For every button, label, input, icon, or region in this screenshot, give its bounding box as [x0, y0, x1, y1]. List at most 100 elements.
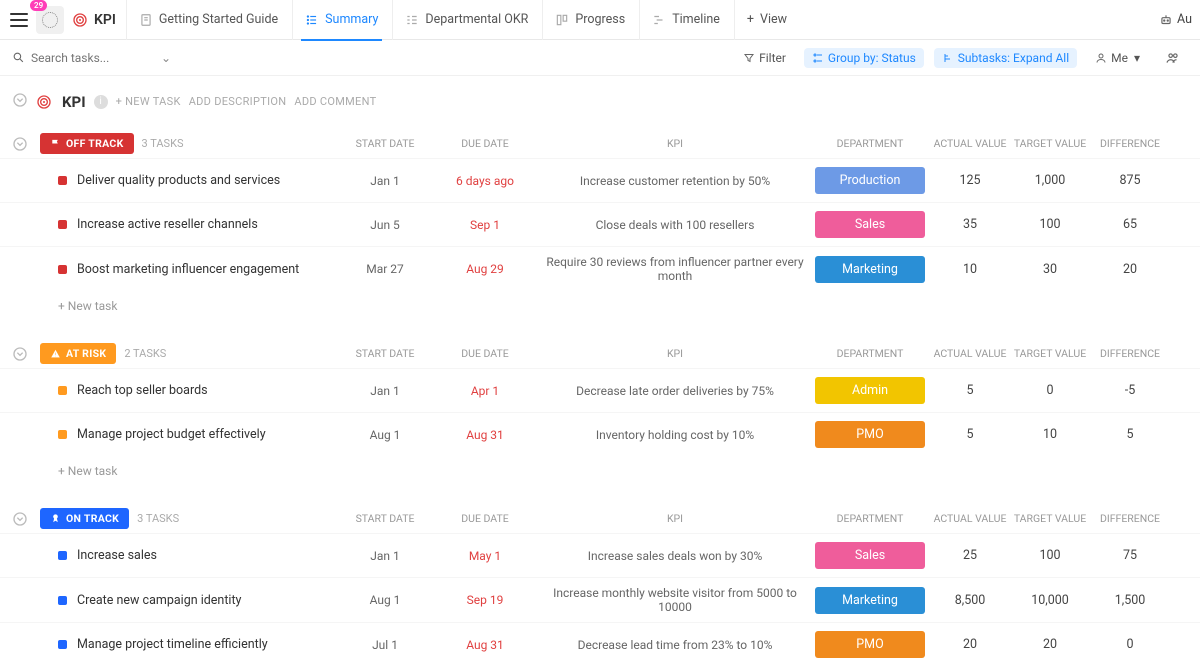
task-row[interactable]: Manage project budget effectively Aug 1 …: [0, 412, 1200, 456]
due-date-cell[interactable]: 6 days ago: [430, 174, 540, 188]
task-row[interactable]: Boost marketing influencer engagement Ma…: [0, 246, 1200, 291]
target-value-cell[interactable]: 0: [1010, 383, 1090, 398]
kpi-cell[interactable]: Close deals with 100 resellers: [540, 218, 810, 232]
add-view-button[interactable]: + View: [734, 0, 799, 40]
department-cell[interactable]: PMO: [810, 421, 930, 448]
group-collapse-toggle[interactable]: [0, 136, 40, 152]
actual-value-cell[interactable]: 20: [930, 637, 1010, 652]
kpi-cell[interactable]: Inventory holding cost by 10%: [540, 428, 810, 442]
department-cell[interactable]: Marketing: [810, 587, 930, 614]
task-row[interactable]: Increase active reseller channels Jun 5 …: [0, 202, 1200, 246]
status-square-icon[interactable]: [58, 430, 67, 439]
task-row[interactable]: Reach top seller boards Jan 1 Apr 1 Decr…: [0, 368, 1200, 412]
status-square-icon[interactable]: [58, 596, 67, 605]
automation-button[interactable]: Au: [1159, 12, 1192, 27]
actual-value-cell[interactable]: 10: [930, 262, 1010, 277]
search-box[interactable]: ⌄: [12, 51, 192, 65]
actual-value-cell[interactable]: 35: [930, 217, 1010, 232]
add-comment-button[interactable]: ADD COMMENT: [294, 95, 376, 108]
due-date-cell[interactable]: Aug 31: [430, 638, 540, 652]
tab-progress[interactable]: Progress: [542, 0, 637, 40]
kpi-cell[interactable]: Decrease lead time from 23% to 10%: [540, 638, 810, 652]
status-square-icon[interactable]: [58, 265, 67, 274]
task-row[interactable]: Manage project timeline efficiently Jul …: [0, 622, 1200, 666]
status-square-icon[interactable]: [58, 176, 67, 185]
status-tag[interactable]: AT RISK: [40, 343, 116, 364]
start-date-cell[interactable]: Jan 1: [340, 549, 430, 563]
due-date-cell[interactable]: Aug 31: [430, 428, 540, 442]
assignees-button[interactable]: [1158, 48, 1188, 68]
group-by-button[interactable]: Group by: Status: [804, 48, 924, 68]
status-tag[interactable]: OFF TRACK: [40, 133, 134, 154]
target-value-cell[interactable]: 10,000: [1010, 593, 1090, 608]
group-collapse-toggle[interactable]: [0, 346, 40, 362]
subtasks-button[interactable]: Subtasks: Expand All: [934, 48, 1077, 68]
kpi-cell[interactable]: Require 30 reviews from influencer partn…: [540, 255, 810, 283]
tab-getting-started[interactable]: Getting Started Guide: [126, 0, 290, 40]
status-square-icon[interactable]: [58, 551, 67, 560]
task-row[interactable]: Create new campaign identity Aug 1 Sep 1…: [0, 577, 1200, 622]
kpi-cell[interactable]: Increase customer retention by 50%: [540, 174, 810, 188]
new-task-button[interactable]: + NEW TASK: [116, 95, 181, 108]
actual-value-cell[interactable]: 8,500: [930, 593, 1010, 608]
department-cell[interactable]: Admin: [810, 377, 930, 404]
difference-cell[interactable]: -5: [1090, 383, 1170, 398]
start-date-cell[interactable]: Aug 1: [340, 593, 430, 607]
target-value-cell[interactable]: 1,000: [1010, 173, 1090, 188]
start-date-cell[interactable]: Jun 5: [340, 218, 430, 232]
difference-cell[interactable]: 5: [1090, 427, 1170, 442]
difference-cell[interactable]: 20: [1090, 262, 1170, 277]
tab-summary[interactable]: Summary: [292, 0, 390, 40]
kpi-cell[interactable]: Decrease late order deliveries by 75%: [540, 384, 810, 398]
new-task-button[interactable]: + New task: [0, 456, 1200, 482]
department-cell[interactable]: Sales: [810, 211, 930, 238]
department-cell[interactable]: Production: [810, 167, 930, 194]
target-value-cell[interactable]: 100: [1010, 217, 1090, 232]
difference-cell[interactable]: 75: [1090, 548, 1170, 563]
status-square-icon[interactable]: [58, 220, 67, 229]
start-date-cell[interactable]: Aug 1: [340, 428, 430, 442]
me-filter[interactable]: Me ▾: [1087, 48, 1148, 68]
chevron-down-icon[interactable]: ⌄: [161, 51, 171, 65]
actual-value-cell[interactable]: 125: [930, 173, 1010, 188]
kpi-cell[interactable]: Increase monthly website visitor from 50…: [540, 586, 810, 614]
status-square-icon[interactable]: [58, 640, 67, 649]
due-date-cell[interactable]: Aug 29: [430, 262, 540, 276]
target-value-cell[interactable]: 10: [1010, 427, 1090, 442]
tab-timeline[interactable]: Timeline: [639, 0, 732, 40]
target-value-cell[interactable]: 100: [1010, 548, 1090, 563]
difference-cell[interactable]: 0: [1090, 637, 1170, 652]
due-date-cell[interactable]: Sep 1: [430, 218, 540, 232]
due-date-cell[interactable]: Apr 1: [430, 384, 540, 398]
difference-cell[interactable]: 1,500: [1090, 593, 1170, 608]
collapse-toggle[interactable]: [12, 92, 28, 111]
start-date-cell[interactable]: Jul 1: [340, 638, 430, 652]
difference-cell[interactable]: 875: [1090, 173, 1170, 188]
menu-icon[interactable]: [10, 13, 28, 27]
search-input[interactable]: [31, 51, 151, 65]
kpi-cell[interactable]: Increase sales deals won by 30%: [540, 549, 810, 563]
workspace-selector[interactable]: 29: [36, 6, 64, 34]
start-date-cell[interactable]: Jan 1: [340, 384, 430, 398]
department-cell[interactable]: Marketing: [810, 256, 930, 283]
actual-value-cell[interactable]: 5: [930, 427, 1010, 442]
task-row[interactable]: Deliver quality products and services Ja…: [0, 158, 1200, 202]
department-cell[interactable]: PMO: [810, 631, 930, 658]
start-date-cell[interactable]: Jan 1: [340, 174, 430, 188]
task-row[interactable]: Increase sales Jan 1 May 1 Increase sale…: [0, 533, 1200, 577]
start-date-cell[interactable]: Mar 27: [340, 262, 430, 276]
tab-departmental-okr[interactable]: Departmental OKR: [392, 0, 540, 40]
group-collapse-toggle[interactable]: [0, 511, 40, 527]
due-date-cell[interactable]: Sep 19: [430, 593, 540, 607]
actual-value-cell[interactable]: 5: [930, 383, 1010, 398]
actual-value-cell[interactable]: 25: [930, 548, 1010, 563]
department-cell[interactable]: Sales: [810, 542, 930, 569]
target-value-cell[interactable]: 30: [1010, 262, 1090, 277]
filter-button[interactable]: Filter: [735, 48, 794, 68]
status-tag[interactable]: ON TRACK: [40, 508, 129, 529]
status-square-icon[interactable]: [58, 386, 67, 395]
info-icon[interactable]: i: [94, 95, 108, 109]
new-task-button[interactable]: + New task: [0, 291, 1200, 317]
add-description-button[interactable]: ADD DESCRIPTION: [189, 95, 287, 108]
target-value-cell[interactable]: 20: [1010, 637, 1090, 652]
